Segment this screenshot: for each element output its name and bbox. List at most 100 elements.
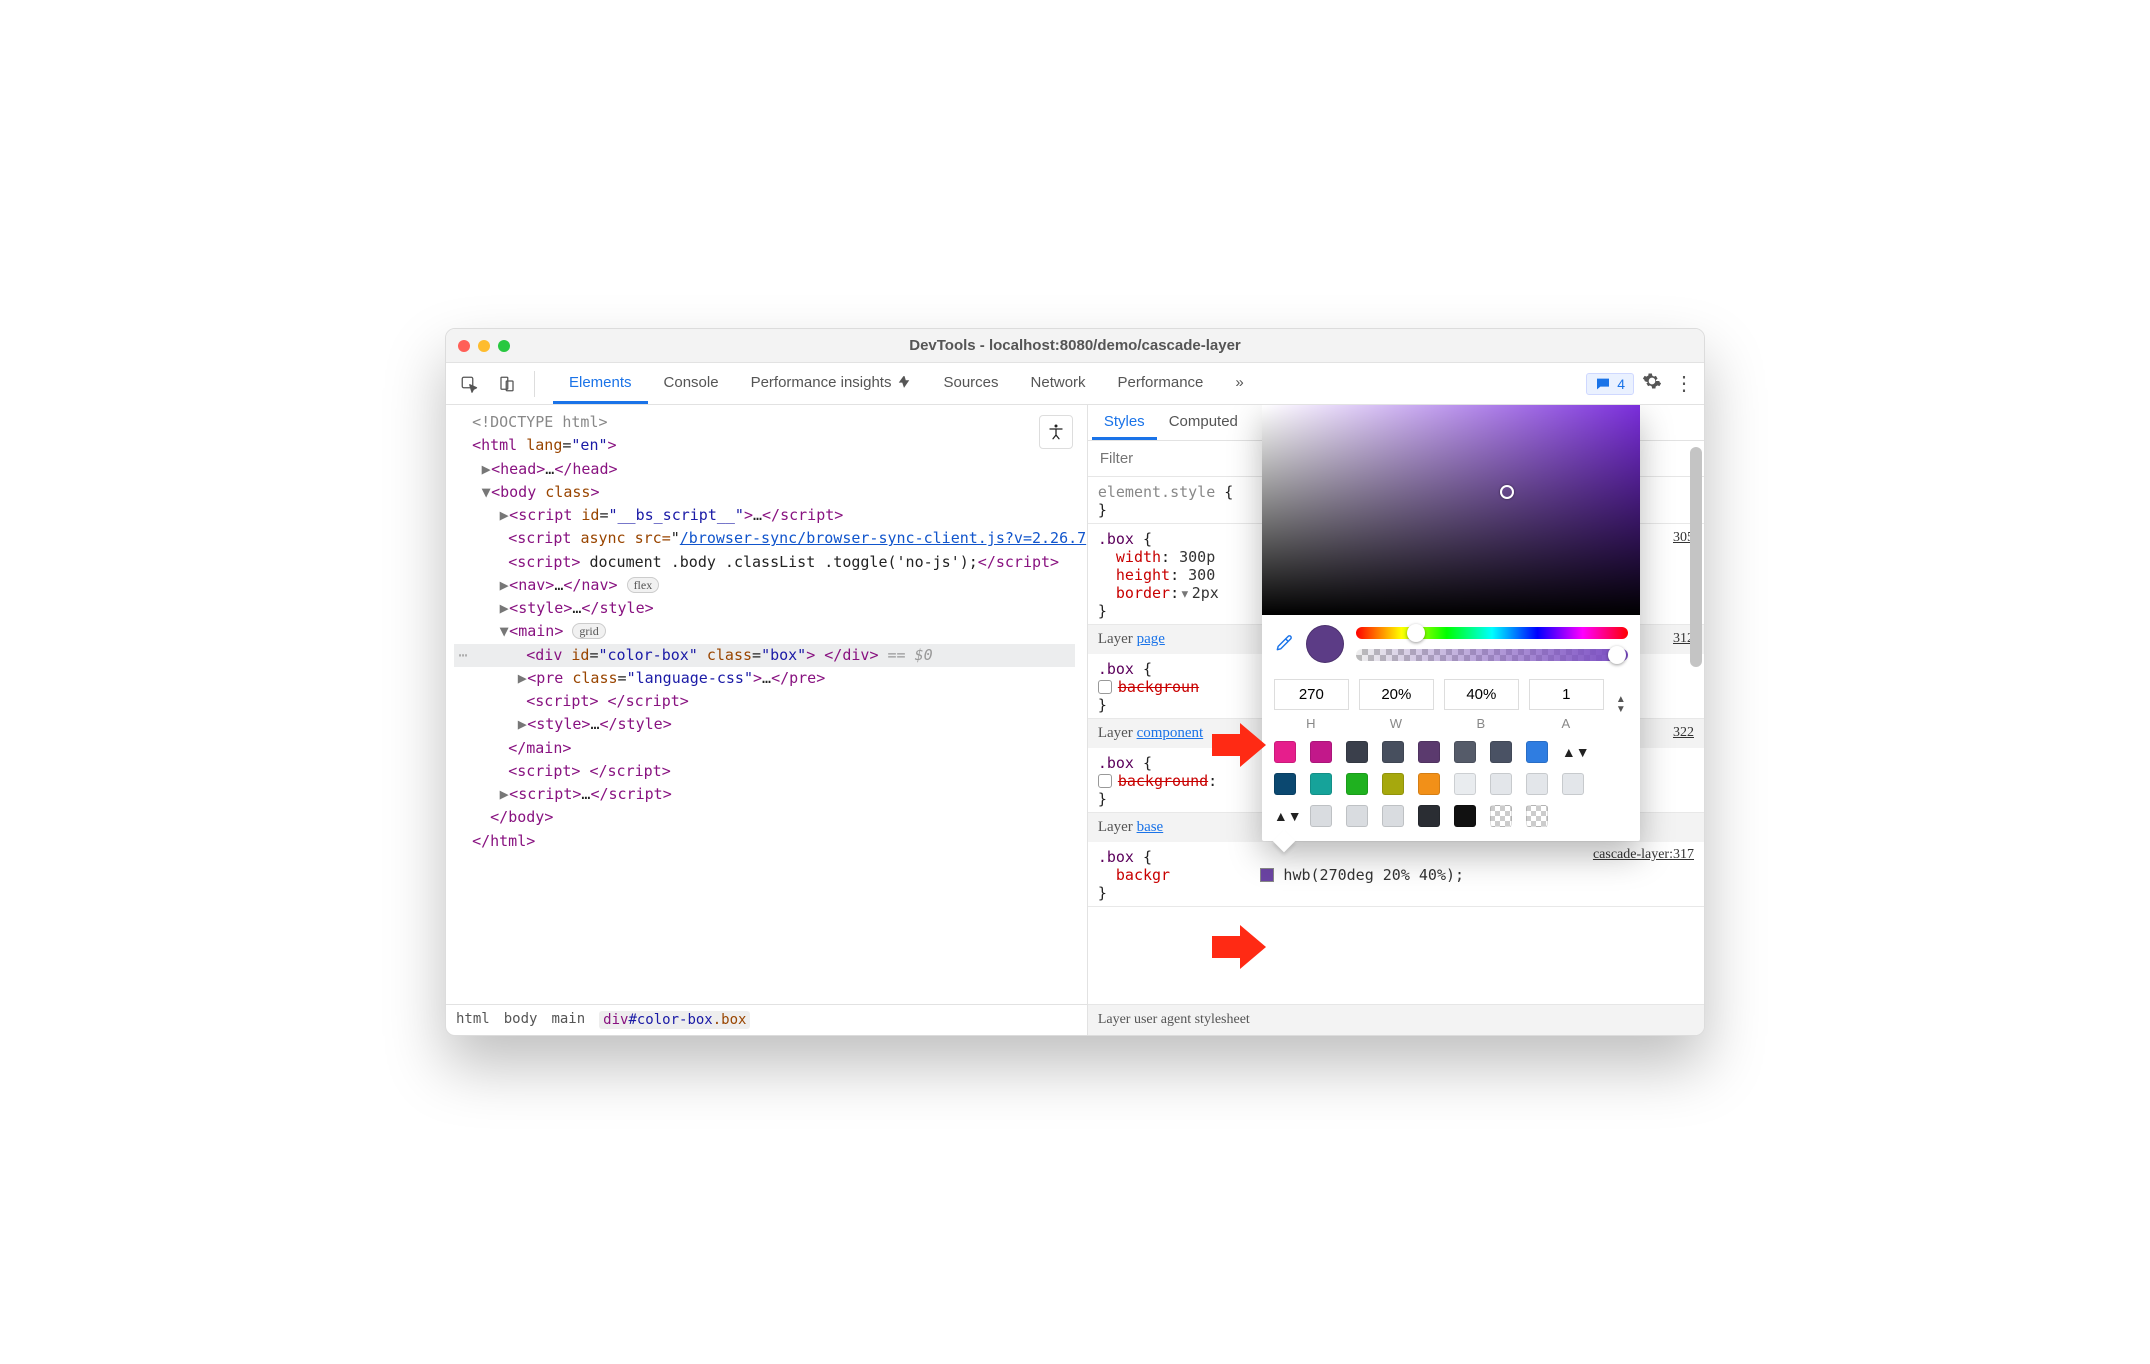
dom-script-async[interactable]: <script async src="/browser-sync/browser… bbox=[454, 527, 1075, 550]
tab-performance[interactable]: Performance bbox=[1102, 363, 1220, 404]
palette-swatch[interactable] bbox=[1454, 805, 1476, 827]
palette-swatch[interactable] bbox=[1562, 773, 1584, 795]
palette-swatch[interactable] bbox=[1526, 773, 1548, 795]
picker-h-input[interactable] bbox=[1274, 679, 1349, 710]
tab-network[interactable]: Network bbox=[1015, 363, 1102, 404]
alpha-slider[interactable] bbox=[1356, 649, 1628, 661]
color-swatch-icon[interactable] bbox=[1260, 868, 1274, 882]
picker-a-label: A bbox=[1529, 716, 1604, 731]
tab-performance-insights[interactable]: Performance insights bbox=[735, 363, 928, 404]
layer-link-base[interactable]: base bbox=[1137, 819, 1164, 835]
dom-tree[interactable]: <!DOCTYPE html> <html lang="en"> ▶<head>… bbox=[446, 405, 1087, 1004]
palette-swatch[interactable] bbox=[1382, 773, 1404, 795]
property-toggle-checkbox[interactable] bbox=[1098, 774, 1112, 788]
picker-a-input[interactable] bbox=[1529, 679, 1604, 710]
inspect-element-button[interactable] bbox=[452, 369, 486, 399]
dom-pre[interactable]: ▶<pre class="language-css">…</pre> bbox=[454, 667, 1075, 690]
hue-slider[interactable] bbox=[1356, 627, 1628, 639]
palette-swatch[interactable] bbox=[1346, 805, 1368, 827]
more-button[interactable]: ⋮ bbox=[1670, 371, 1698, 396]
picker-sv-field[interactable] bbox=[1262, 405, 1640, 615]
palette-swatch[interactable] bbox=[1526, 741, 1548, 763]
palette-swatch[interactable] bbox=[1382, 741, 1404, 763]
accessibility-button[interactable] bbox=[1039, 415, 1073, 449]
palette-swatch[interactable] bbox=[1490, 805, 1512, 827]
palette-swatch[interactable] bbox=[1310, 805, 1332, 827]
dom-style-1[interactable]: ▶<style>…</style> bbox=[454, 597, 1075, 620]
issues-count: 4 bbox=[1617, 376, 1625, 392]
picker-h-label: H bbox=[1274, 716, 1349, 731]
palette-page-stepper[interactable]: ▲▼ bbox=[1274, 808, 1296, 824]
picker-w-input[interactable] bbox=[1359, 679, 1434, 710]
tabs-overflow-button[interactable]: » bbox=[1219, 363, 1259, 404]
palette-swatch[interactable] bbox=[1418, 805, 1440, 827]
layer-ua: Layer user agent stylesheet bbox=[1088, 1004, 1704, 1035]
palette-swatch[interactable] bbox=[1310, 773, 1332, 795]
dom-script-bs[interactable]: ▶<script id="__bs_script__">…</script> bbox=[454, 504, 1075, 527]
annotation-arrow-icon bbox=[1212, 925, 1266, 969]
crumb-html[interactable]: html bbox=[456, 1011, 490, 1029]
tab-sources[interactable]: Sources bbox=[927, 363, 1014, 404]
dom-script-4[interactable]: <script> </script> bbox=[454, 690, 1075, 713]
palette-swatch[interactable] bbox=[1310, 741, 1332, 763]
picker-palette: ▲▼ ▲▼ bbox=[1262, 733, 1640, 841]
palette-swatch[interactable] bbox=[1382, 805, 1404, 827]
dom-head[interactable]: ▶<head>…</head> bbox=[454, 458, 1075, 481]
toolbar-divider bbox=[534, 371, 535, 397]
elements-panel: <!DOCTYPE html> <html lang="en"> ▶<head>… bbox=[446, 405, 1088, 1035]
picker-format-stepper[interactable]: ▲▼ bbox=[1614, 695, 1628, 715]
tab-elements[interactable]: Elements bbox=[553, 363, 648, 404]
eyedropper-button[interactable] bbox=[1274, 633, 1294, 656]
picker-b-input[interactable] bbox=[1444, 679, 1519, 710]
crumb-current[interactable]: div#color-box.box bbox=[599, 1011, 750, 1029]
crumb-body[interactable]: body bbox=[504, 1011, 538, 1029]
layer-link-components[interactable]: component bbox=[1137, 725, 1204, 741]
palette-swatch[interactable] bbox=[1274, 773, 1296, 795]
dom-html-close[interactable]: </html> bbox=[454, 830, 1075, 853]
palette-swatch[interactable] bbox=[1418, 773, 1440, 795]
palette-page-stepper[interactable]: ▲▼ bbox=[1562, 744, 1576, 760]
dom-style-2[interactable]: ▶<style>…</style> bbox=[454, 713, 1075, 736]
dom-body-close[interactable]: </body> bbox=[454, 806, 1075, 829]
palette-swatch[interactable] bbox=[1526, 805, 1548, 827]
dom-doctype: <!DOCTYPE html> bbox=[454, 411, 1075, 434]
palette-swatch[interactable] bbox=[1346, 773, 1368, 795]
dom-body-open[interactable]: ▼<body class> bbox=[454, 481, 1075, 504]
settings-button[interactable] bbox=[1638, 371, 1666, 397]
rule-source-link[interactable]: cascade-layer:317 bbox=[1593, 847, 1694, 863]
breadcrumb[interactable]: html body main div#color-box.box bbox=[446, 1004, 1087, 1035]
picker-inputs: H W B A ▲▼ bbox=[1262, 673, 1640, 733]
palette-swatch[interactable] bbox=[1490, 773, 1512, 795]
tab-computed[interactable]: Computed bbox=[1157, 405, 1250, 440]
titlebar: DevTools - localhost:8080/demo/cascade-l… bbox=[446, 329, 1704, 363]
crumb-main[interactable]: main bbox=[551, 1011, 585, 1029]
palette-swatch[interactable] bbox=[1346, 741, 1368, 763]
layer-link-page[interactable]: page bbox=[1137, 631, 1165, 647]
palette-swatch[interactable] bbox=[1454, 741, 1476, 763]
dom-script-6[interactable]: ▶<script>…</script> bbox=[454, 783, 1075, 806]
toggle-device-button[interactable] bbox=[490, 369, 524, 399]
picker-current-swatch bbox=[1306, 625, 1344, 663]
palette-swatch[interactable] bbox=[1454, 773, 1476, 795]
dom-script-inline[interactable]: <script> document .body .classList .togg… bbox=[454, 551, 1075, 574]
dom-nav[interactable]: ▶<nav>…</nav> flex bbox=[454, 574, 1075, 597]
tab-styles[interactable]: Styles bbox=[1092, 405, 1157, 440]
window-title: DevTools - localhost:8080/demo/cascade-l… bbox=[446, 337, 1704, 354]
dom-html-open[interactable]: <html lang="en"> bbox=[454, 434, 1075, 457]
content: <!DOCTYPE html> <html lang="en"> ▶<head>… bbox=[446, 405, 1704, 1035]
annotation-arrow-icon bbox=[1212, 723, 1266, 767]
rule-source-link[interactable]: 322 bbox=[1673, 725, 1694, 741]
dom-main-close[interactable]: </main> bbox=[454, 737, 1075, 760]
dom-script-5[interactable]: <script> </script> bbox=[454, 760, 1075, 783]
palette-swatch[interactable] bbox=[1418, 741, 1440, 763]
property-toggle-checkbox[interactable] bbox=[1098, 680, 1112, 694]
dom-selected-div[interactable]: ⋯ <div id="color-box" class="box"> </div… bbox=[454, 644, 1075, 667]
scrollbar-thumb[interactable] bbox=[1690, 447, 1702, 667]
palette-swatch[interactable] bbox=[1274, 741, 1296, 763]
picker-b-label: B bbox=[1444, 716, 1519, 731]
issues-button[interactable]: 4 bbox=[1586, 373, 1634, 395]
tab-console[interactable]: Console bbox=[648, 363, 735, 404]
picker-sv-cursor-icon[interactable] bbox=[1500, 485, 1514, 499]
dom-main-open[interactable]: ▼<main> grid bbox=[454, 620, 1075, 643]
palette-swatch[interactable] bbox=[1490, 741, 1512, 763]
